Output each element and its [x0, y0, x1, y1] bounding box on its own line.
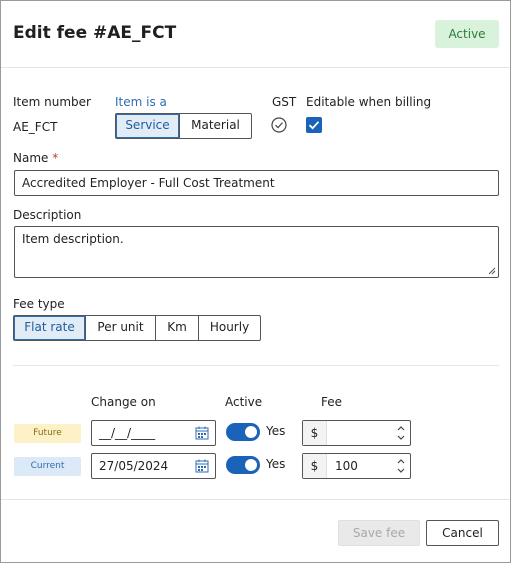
service-option[interactable]: Service: [116, 114, 180, 138]
dialog-header: Edit fee #AE_FCT Active: [1, 1, 510, 68]
change-on-header: Change on: [91, 395, 156, 409]
item-is-a-label: Item is a: [115, 95, 167, 109]
resize-grip-icon[interactable]: [488, 267, 496, 275]
description-label: Description: [13, 208, 82, 222]
fee-type-flat-rate[interactable]: Flat rate: [14, 316, 86, 340]
editable-when-billing-label: Editable when billing: [306, 95, 432, 109]
future-date-input[interactable]: __/__/____: [91, 420, 216, 446]
calendar-icon[interactable]: [195, 459, 209, 473]
gst-check-icon[interactable]: [271, 117, 287, 133]
active-header: Active: [225, 395, 263, 409]
future-active-toggle[interactable]: [226, 423, 260, 441]
section-divider: [13, 365, 499, 366]
current-fee-input[interactable]: $ 100: [302, 453, 411, 479]
fee-type-per-unit[interactable]: Per unit: [86, 316, 156, 340]
description-text: Item description.: [22, 232, 124, 246]
current-fee-value: 100: [335, 459, 358, 473]
dialog-title: Edit fee #AE_FCT: [13, 23, 177, 43]
name-label: Name *: [13, 151, 59, 165]
save-fee-button[interactable]: Save fee: [338, 520, 420, 546]
name-input[interactable]: Accredited Employer - Full Cost Treatmen…: [14, 170, 499, 196]
footer-divider: [1, 499, 510, 500]
currency-prefix: $: [303, 454, 327, 478]
item-number-value: AE_FCT: [13, 120, 58, 134]
edit-fee-dialog: Edit fee #AE_FCT Active Item number AE_F…: [0, 0, 511, 563]
currency-prefix: $: [303, 421, 327, 445]
fee-type-label: Fee type: [13, 297, 65, 311]
future-fee-input[interactable]: $: [302, 420, 411, 446]
editable-checkbox[interactable]: [306, 117, 322, 133]
future-badge: Future: [14, 424, 81, 443]
current-active-toggle[interactable]: [226, 456, 260, 474]
current-date-value: 27/05/2024: [99, 459, 169, 473]
future-date-value: __/__/____: [99, 426, 156, 440]
gst-label: GST: [272, 95, 297, 109]
material-option[interactable]: Material: [180, 114, 251, 138]
description-textarea[interactable]: Item description.: [14, 226, 499, 278]
calendar-icon[interactable]: [195, 426, 209, 440]
toggle-knob: [245, 426, 257, 438]
fee-type-km[interactable]: Km: [156, 316, 199, 340]
fee-header: Fee: [321, 395, 343, 409]
current-active-label: Yes: [266, 457, 286, 471]
current-badge: Current: [14, 457, 81, 476]
fee-type-toggle: Flat rate Per unit Km Hourly: [13, 315, 261, 341]
required-mark: *: [52, 151, 59, 165]
current-date-input[interactable]: 27/05/2024: [91, 453, 216, 479]
status-badge: Active: [435, 20, 499, 48]
spinner-icon[interactable]: [396, 423, 406, 443]
spinner-icon[interactable]: [396, 456, 406, 476]
fee-type-hourly[interactable]: Hourly: [199, 316, 260, 340]
cancel-button[interactable]: Cancel: [426, 520, 499, 546]
item-number-label: Item number: [13, 95, 91, 109]
toggle-knob: [245, 459, 257, 471]
item-type-toggle: Service Material: [115, 113, 252, 139]
future-active-label: Yes: [266, 424, 286, 438]
